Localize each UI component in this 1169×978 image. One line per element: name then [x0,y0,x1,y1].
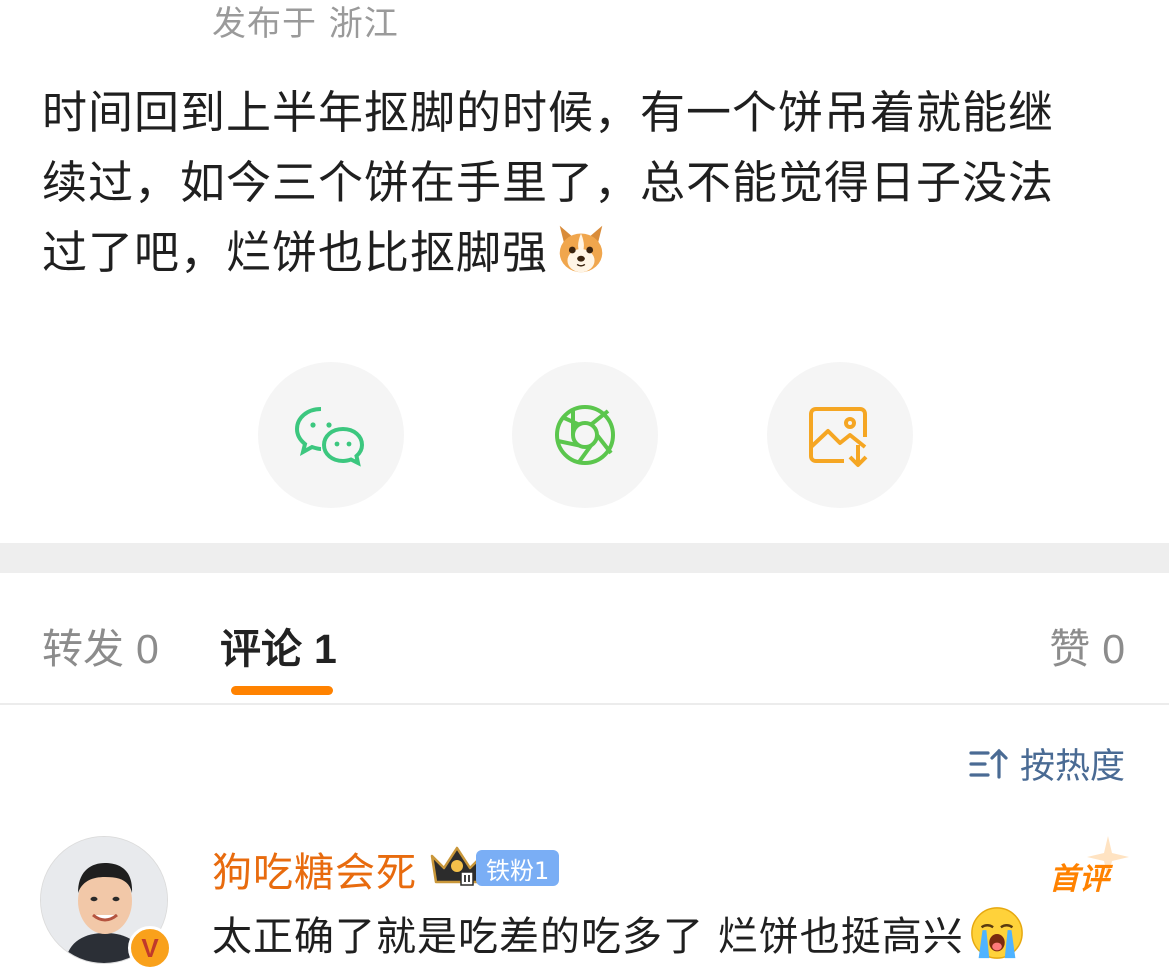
section-divider [0,543,1169,573]
tab-like[interactable]: 赞0 [1049,615,1125,675]
interaction-tabs: 转发 0 评论 1 赞0 [0,573,1169,705]
weibo-post-detail: 发布于 浙江 时间回到上半年抠脚的时候，有一个饼吊着就能继 续过，如今三个饼在手… [0,0,1169,978]
tab-repost-count: 0 [136,626,159,672]
first-comment-label: 首评 [1049,862,1109,897]
comment-item: V 狗吃糖会死 铁粉1 首评 太正确了就是吃差的吃多了 烂饼也挺高兴 [0,820,1169,978]
sort-icon [969,748,1008,779]
tab-like-label: 赞 [1049,625,1091,673]
tab-comment-label: 评论 [220,625,302,673]
post-text-line: 时间回到上半年抠脚的时候，有一个饼吊着就能继 [42,86,1055,139]
wechat-icon [294,407,365,467]
sort-by-hot-button[interactable]: 按热度 [968,738,1125,789]
post-text-line: 续过，如今三个饼在手里了，总不能觉得日子没法 [42,156,1055,209]
tab-repost-label: 转发 [42,625,124,673]
tab-comment-count: 1 [314,626,337,672]
moments-icon [555,405,615,465]
share-moments-button[interactable] [512,362,658,508]
post-body: 时间回到上半年抠脚的时候，有一个饼吊着就能继 续过，如今三个饼在手里了，总不能觉… [42,78,1122,288]
fan-level-badge: 铁粉1 [476,850,560,886]
save-image-icon [809,407,868,467]
active-tab-indicator [231,686,333,695]
tab-like-count: 0 [1102,626,1125,672]
share-actions [0,362,1169,508]
post-text-line-content: 过了吧，烂饼也比抠脚强 [42,226,549,279]
tab-repost[interactable]: 转发 0 [42,615,159,675]
dog-emoji-icon [559,225,603,273]
crying-emoji-icon [970,907,1023,959]
share-wechat-button[interactable] [258,362,404,508]
comment-text: 太正确了就是吃差的吃多了 烂饼也挺高兴 [212,914,964,960]
post-text-line: 过了吧，烂饼也比抠脚强 [42,218,1122,288]
save-image-button[interactable] [767,362,913,508]
publish-location: 发布于 浙江 [212,4,399,44]
first-comment-badge: 首评 [1037,834,1131,900]
comment-username[interactable]: 狗吃糖会死 [212,840,417,898]
sort-label: 按热度 [1019,747,1125,787]
verified-badge: V [128,926,172,970]
comment-body: 太正确了就是吃差的吃多了 烂饼也挺高兴 [212,904,1112,962]
tab-comment[interactable]: 评论 1 [220,615,337,675]
